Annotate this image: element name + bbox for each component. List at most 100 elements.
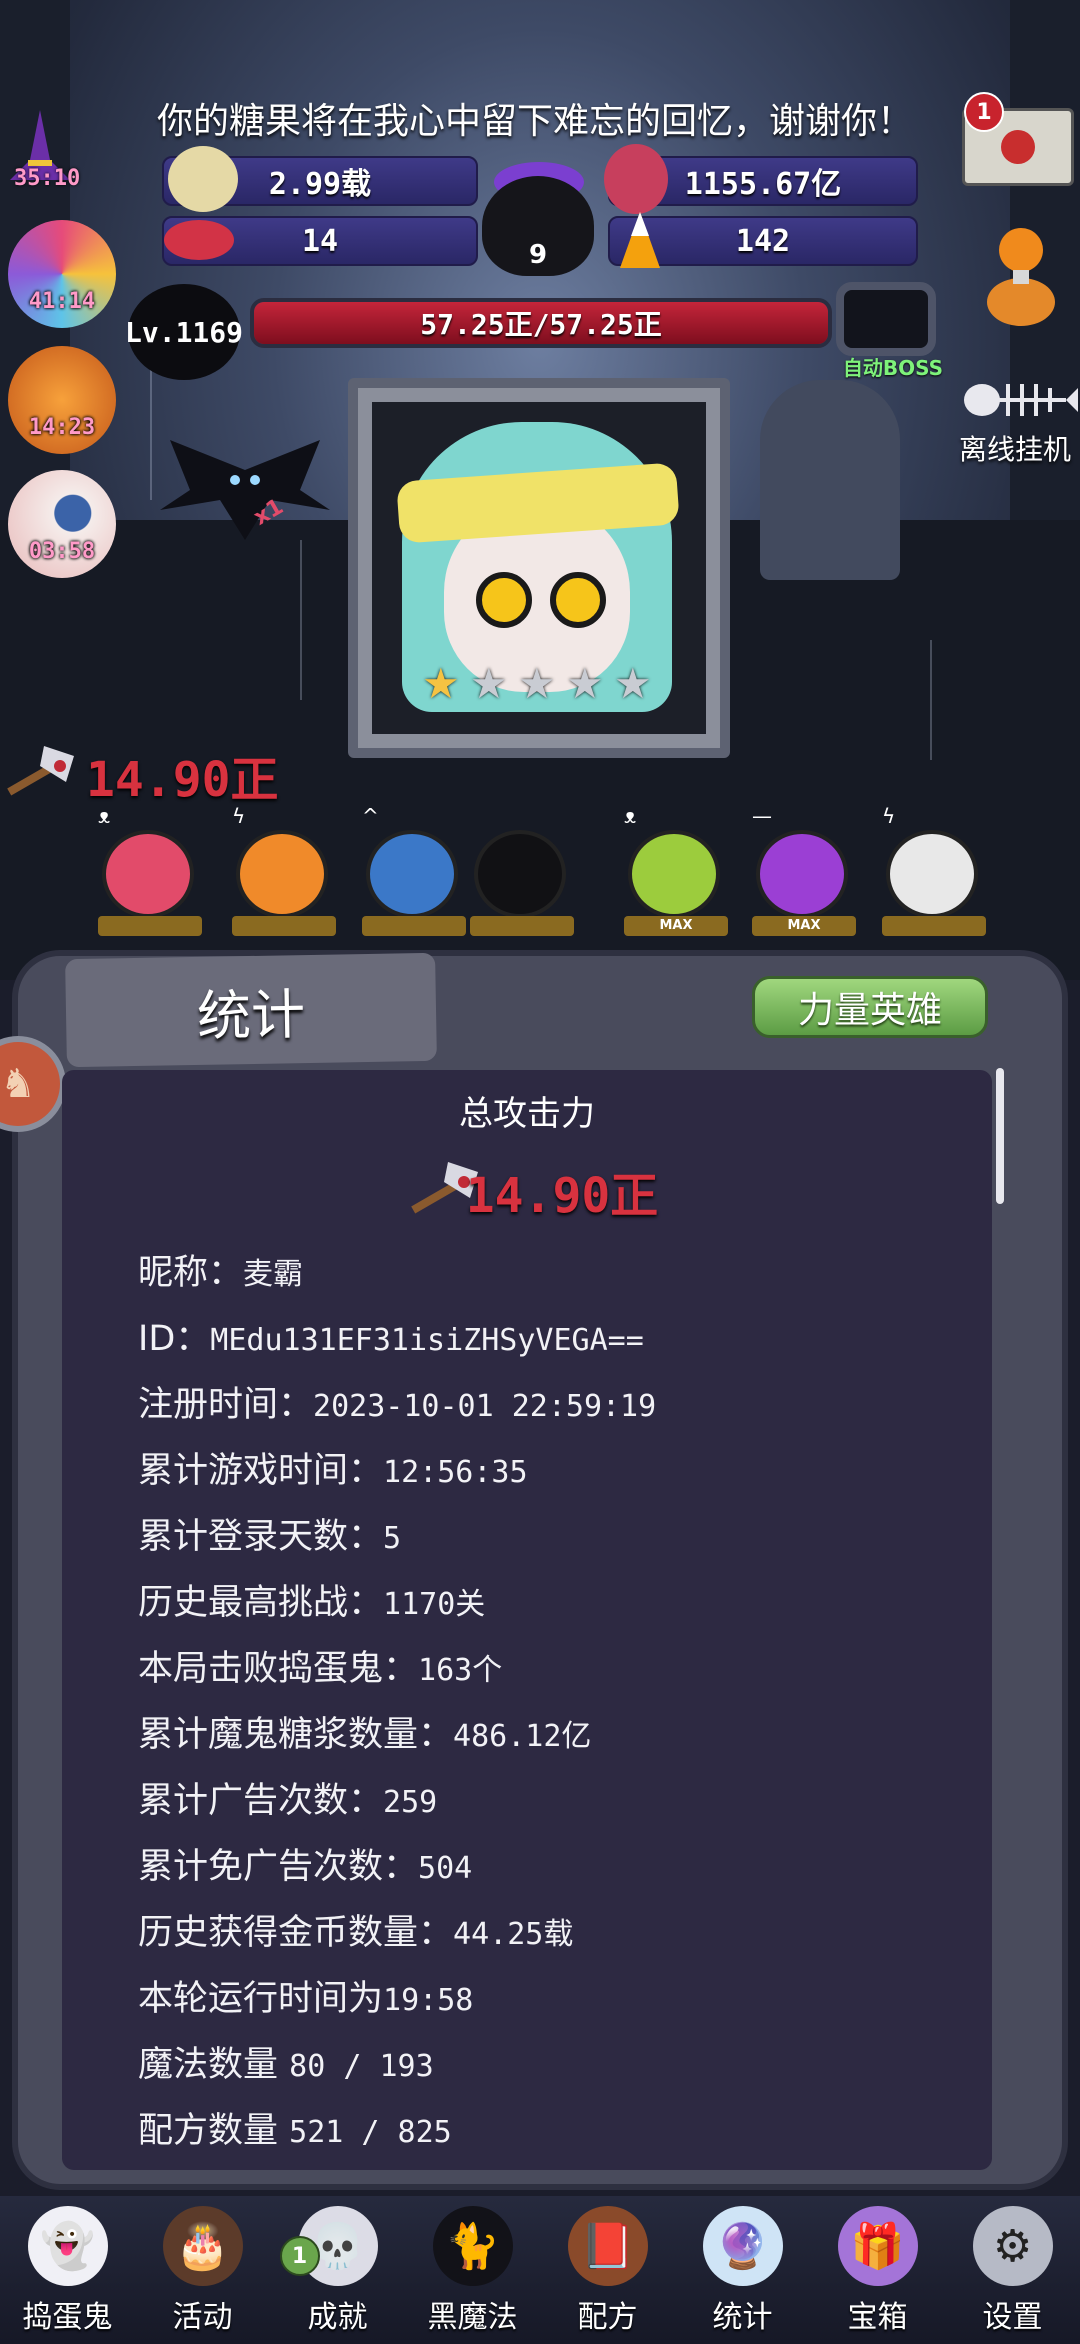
tab-stats[interactable]: 统计 (65, 952, 437, 1068)
star-icon: ★ (566, 659, 604, 708)
monster-portrait-frame[interactable]: ★ ★ ★ ★ ★ (348, 378, 730, 758)
total-attack-value: 14.90正 (465, 1168, 659, 1224)
pumpkin-orb[interactable]: 14:23 (8, 346, 116, 454)
lollipop-orb[interactable]: 41:14 (8, 220, 116, 328)
hero-upgrade-icon: ϟ (882, 804, 896, 828)
hero-slot[interactable]: ᴥ (98, 804, 202, 936)
nav-label: 活动 (172, 2300, 233, 2335)
candy-value: 14 (301, 223, 339, 259)
hero-slot[interactable] (470, 826, 574, 936)
nav-item-1[interactable]: 🎂 活动 (143, 2196, 263, 2336)
stat-value: MEdu131EF31isiZHSyVEGA== (210, 1323, 644, 1358)
hero-slot[interactable]: ϟ (232, 804, 336, 936)
hero-level-plate (362, 916, 466, 936)
stat-label: 昵称： (138, 1253, 244, 1293)
stat-value: 44.25载 (453, 1917, 574, 1952)
nav-label: 设置 (982, 2300, 1043, 2335)
nav-label: 配方 (577, 2300, 638, 2335)
stat-line: 累计广告次数：259 (138, 1768, 978, 1834)
nav-item-7[interactable]: ⚙ 设置 (953, 2196, 1073, 2336)
nav-label: 捣蛋鬼 (22, 2300, 113, 2335)
stat-label: 本轮运行时间为 (138, 1979, 384, 2019)
nav-item-3[interactable]: 🐈 黑魔法 (413, 2196, 533, 2336)
hero-icon (628, 830, 720, 918)
stat-value: 504 (418, 1851, 473, 1886)
stat-value: 2023-10-01 22:59:19 (313, 1389, 657, 1424)
power-hero-label: 力量英雄 (797, 990, 942, 1031)
stat-value: 1170关 (383, 1587, 486, 1622)
potion-pumpkin-icon[interactable] (976, 220, 1066, 330)
hero-upgrade-icon: — (752, 804, 772, 828)
nav-badge: 1 (279, 2236, 320, 2276)
stat-label: 累计登录天数： (138, 1517, 384, 1557)
stat-line: 历史最高挑战：1170关 (138, 1570, 978, 1636)
hp-text: 57.25正/57.25正 (420, 308, 662, 341)
ghost-icon: 👻 (27, 2206, 108, 2286)
nav-item-5[interactable]: 🔮 统计 (683, 2196, 803, 2336)
stat-line: 成就数量 302 / 575 (138, 2164, 978, 2170)
nav-item-2[interactable]: 💀 成就 1 (278, 2196, 398, 2336)
lollipop-timer: 41:14 (28, 289, 96, 314)
stat-value: 麦霸 (243, 1257, 304, 1292)
rain-drop (930, 640, 932, 760)
nav-item-4[interactable]: 📕 配方 (548, 2196, 668, 2336)
hero-silhouette-icon: ♞ (0, 1061, 36, 1107)
stat-line: 累计登录天数：5 (138, 1504, 978, 1570)
stat-line: 累计免广告次数：504 (138, 1834, 978, 1900)
axe-icon (0, 736, 80, 796)
power-hero-button[interactable]: 力量英雄 (752, 976, 988, 1038)
tab-stats-label: 统计 (196, 982, 306, 1048)
eyeball-timer: 03:58 (28, 539, 96, 564)
cake-icon: 🎂 (162, 2206, 243, 2286)
hero-slot[interactable]: ^ (362, 804, 466, 936)
stat-label: 累计广告次数： (138, 1781, 384, 1821)
stat-list[interactable]: 昵称：麦霸 ID：MEdu131EF31isiZHSyVEGA== 注册时间：202… (138, 1240, 978, 2170)
rain-drop (300, 540, 302, 700)
bat-icon[interactable] (150, 430, 340, 550)
hero-slot[interactable]: ᴥ MAX (624, 804, 728, 936)
stat-line: 累计游戏时间：12:56:35 (138, 1438, 978, 1504)
stat-value: 259 (383, 1785, 438, 1820)
monster-eye-right (550, 572, 606, 628)
nav-item-0[interactable]: 👻 捣蛋鬼 (8, 2196, 128, 2336)
candy-corn-icon (620, 212, 660, 268)
star-icon: ★ (518, 659, 556, 708)
eyeball-orb[interactable]: 03:58 (8, 470, 116, 578)
stat-value: 163个 (418, 1653, 503, 1688)
nav-label: 成就 (307, 2300, 368, 2335)
hero-level-plate: MAX (752, 916, 856, 936)
hero-level-plate: MAX (624, 916, 728, 936)
stat-label: 本局击败捣蛋鬼： (138, 1649, 419, 1689)
stat-label: 累计免广告次数： (138, 1847, 419, 1887)
stat-label: ID： (138, 1319, 211, 1359)
corn-value: 142 (735, 223, 791, 259)
gift-box-icon: 🎁 (837, 2206, 918, 2286)
monster-eye-left (476, 572, 532, 628)
hero-icon (756, 830, 848, 918)
stat-line: 本局击败捣蛋鬼：163个 (138, 1636, 978, 1702)
hp-bar: 57.25正/57.25正 (250, 298, 832, 348)
star-icon: ★ (422, 659, 460, 708)
stat-value: 80 / 193 (289, 2049, 434, 2084)
hero-upgrade-icon: ᴥ (624, 804, 637, 828)
mail-seal-icon (1001, 130, 1035, 164)
dark-cat-icon: 🐈 (432, 2206, 513, 2286)
stat-value: 486.12亿 (453, 1719, 592, 1754)
stat-label: 累计魔鬼糖浆数量： (138, 1715, 454, 1755)
hero-upgrade-icon: ^ (362, 804, 379, 828)
wrapped-candy-icon (164, 220, 234, 260)
hero-slot[interactable]: ϟ (882, 804, 986, 936)
attack-value: 14.90正 (86, 752, 279, 808)
fish-skeleton-icon[interactable] (962, 370, 1078, 430)
auto-boss-label: 自动BOSS (842, 356, 944, 380)
offline-idle-label[interactable]: 离线挂机 (950, 428, 1080, 468)
nav-item-6[interactable]: 🎁 宝箱 (818, 2196, 938, 2336)
hero-slot[interactable]: — MAX (752, 804, 856, 936)
hero-icon (366, 830, 458, 918)
scrollbar[interactable] (996, 1068, 1004, 1204)
stat-line: 配方数量 521 / 825 (138, 2098, 978, 2164)
stat-value: 12:56:35 (383, 1455, 528, 1490)
hero-upgrade-icon: ᴥ (98, 804, 111, 828)
auto-boss-button[interactable] (836, 282, 936, 356)
nav-label: 统计 (712, 2300, 773, 2335)
